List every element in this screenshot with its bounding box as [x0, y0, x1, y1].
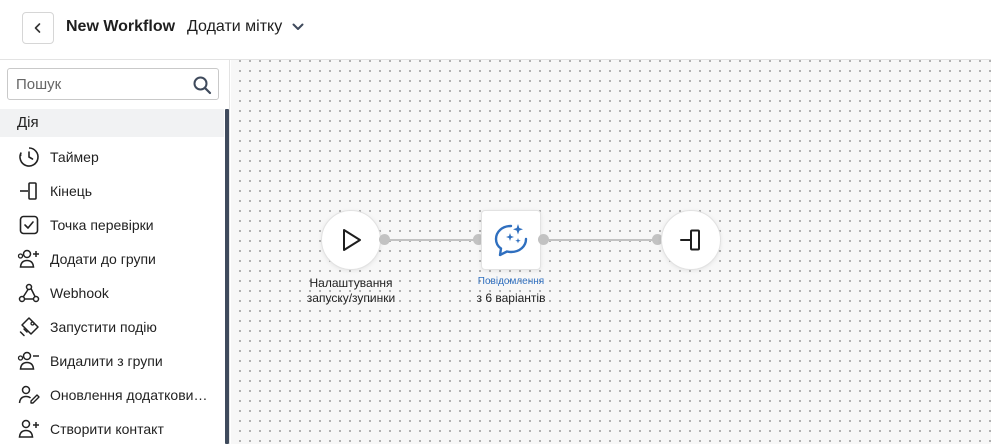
ai-message-icon [494, 224, 528, 257]
remove-from-group-icon [17, 349, 41, 373]
message-node-output-port[interactable] [538, 234, 549, 245]
end-icon [17, 179, 41, 203]
update-contact-icon [17, 383, 41, 407]
start-node-output-port[interactable] [379, 234, 390, 245]
start-node-label-line1: Налаштування [309, 276, 393, 290]
message-node[interactable] [481, 210, 541, 270]
sidebar-item-label: Webhook [50, 285, 109, 301]
end-icon [680, 229, 700, 251]
start-node-label: Налаштування запуску/зупинки [291, 276, 411, 306]
sidebar-item-add-to-group[interactable]: Додати до групи [0, 242, 224, 276]
sidebar-item-remove-from-group[interactable]: Видалити з групи [0, 344, 224, 378]
chevron-left-icon [34, 23, 41, 33]
sidebar-item-create-contact[interactable]: Створити контакт [0, 412, 224, 444]
start-node-label-line2: запуску/зупинки [306, 291, 396, 305]
sidebar-item-label: Створити контакт [50, 421, 164, 437]
sidebar-item-trigger-event[interactable]: Запустити подію [0, 310, 224, 344]
top-bar: New Workflow Додати мітку [0, 0, 991, 60]
sidebar-scrollbar[interactable] [225, 109, 229, 444]
sidebar-item-checkpoint[interactable]: Точка перевірки [0, 208, 224, 242]
sidebar-item-label: Видалити з групи [50, 353, 163, 369]
connector-message-end [544, 239, 657, 241]
add-tag-label: Додати мітку [187, 18, 283, 35]
sidebar-item-timer[interactable]: Таймер [0, 140, 224, 174]
connector-start-message [383, 239, 479, 241]
end-node[interactable] [661, 210, 721, 270]
create-contact-icon [17, 417, 41, 441]
back-button[interactable] [22, 12, 54, 44]
sidebar-item-label: Точка перевірки [50, 217, 154, 233]
workflow-canvas[interactable]: Налаштування запуску/зупинки Повідомленн… [231, 60, 991, 444]
sidebar-item-label: Додати до групи [50, 251, 156, 267]
search-box [7, 68, 219, 100]
action-list: Таймер Кінець Точка перевірки Додати до … [0, 140, 224, 444]
search-icon[interactable] [192, 75, 212, 95]
sidebar-item-label: Запустити подію [50, 319, 157, 335]
sidebar-item-end[interactable]: Кінець [0, 174, 224, 208]
workflow-title[interactable]: New Workflow [66, 18, 175, 36]
message-node-sublabel: Повідомлення [477, 276, 545, 287]
trigger-event-icon [17, 315, 41, 339]
sidebar-item-label: Оновлення додаткови… [50, 387, 208, 403]
add-to-group-icon [17, 247, 41, 271]
chevron-down-icon [292, 23, 304, 30]
sidebar-item-update-contact[interactable]: Оновлення додаткови… [0, 378, 224, 412]
webhook-icon [17, 281, 41, 305]
sidebar-item-label: Кінець [50, 183, 93, 199]
sidebar-item-webhook[interactable]: Webhook [0, 276, 224, 310]
section-header-action: Дія [0, 109, 224, 137]
message-node-label: з 6 варіантів [476, 291, 546, 305]
action-sidebar: Дія Таймер Кінець Точка перевірки Додати… [0, 60, 230, 444]
sidebar-item-label: Таймер [50, 149, 99, 165]
checkpoint-icon [17, 213, 41, 237]
play-icon [343, 229, 361, 251]
add-tag-dropdown[interactable]: Додати мітку [187, 18, 304, 36]
timer-icon [17, 145, 41, 169]
search-input[interactable] [8, 69, 188, 99]
start-node[interactable] [321, 210, 381, 270]
